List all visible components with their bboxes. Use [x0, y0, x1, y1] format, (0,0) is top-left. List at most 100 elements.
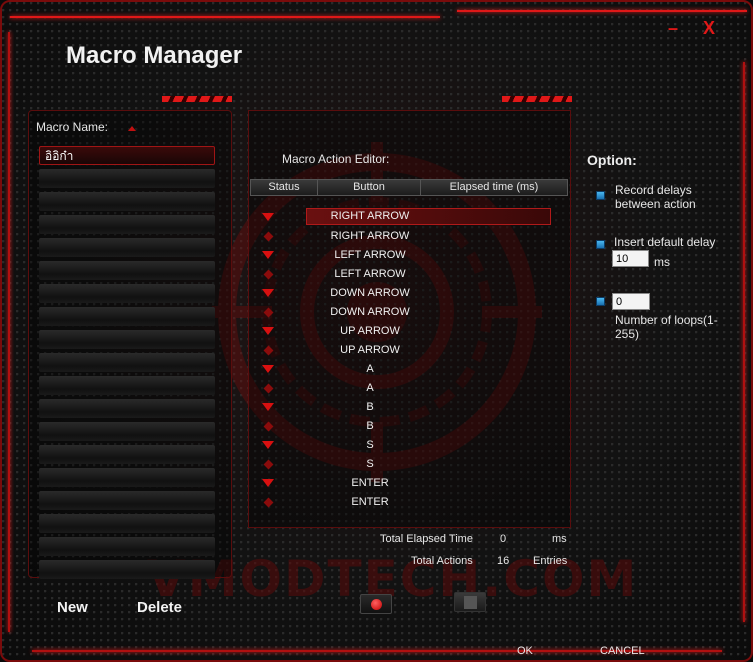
frame-top-left [10, 16, 440, 18]
macro-list-item[interactable] [39, 560, 215, 579]
macro-list-item[interactable] [39, 537, 215, 556]
macro-list-item[interactable] [39, 307, 215, 326]
macro-list-item[interactable] [39, 491, 215, 510]
column-button[interactable]: Button [318, 180, 421, 195]
macro-list-item[interactable] [39, 284, 215, 303]
record-button[interactable] [360, 594, 392, 614]
macro-list: อิอิก๋า [39, 146, 215, 583]
loops-label: Number of loops(1- 255) [615, 313, 718, 341]
column-status[interactable]: Status [251, 180, 318, 195]
macro-list-item[interactable] [39, 514, 215, 533]
action-list: RIGHT ARROW RIGHT ARROW LEFT ARROW LEFT ARR… [250, 208, 568, 512]
action-button-name: RIGHT ARROW [330, 230, 410, 242]
action-row[interactable]: RIGHT ARROW [250, 227, 568, 246]
action-row[interactable]: DOWN ARROW [250, 284, 568, 303]
loops-input[interactable] [612, 293, 650, 310]
total-actions-value: 16 [497, 555, 510, 567]
frame-left [8, 32, 10, 632]
action-row[interactable]: ENTER [250, 474, 568, 493]
action-editor-label: Macro Action Editor: [282, 152, 390, 166]
action-row[interactable]: B [250, 417, 568, 436]
key-up-icon [263, 383, 274, 394]
delete-button[interactable]: Delete [137, 599, 182, 616]
total-elapsed-label: Total Elapsed Time [380, 533, 473, 545]
frame-top-right [457, 10, 747, 12]
macro-list-item[interactable] [39, 169, 215, 188]
macro-list-item[interactable] [39, 468, 215, 487]
action-row[interactable]: UP ARROW [250, 322, 568, 341]
stop-button[interactable] [454, 592, 486, 612]
total-actions-unit: Entries [533, 555, 568, 567]
action-button-name: ENTER [351, 477, 389, 489]
action-button-name: A [366, 382, 374, 394]
default-delay-unit: ms [654, 255, 670, 269]
action-row[interactable]: DOWN ARROW [250, 303, 568, 322]
key-up-icon [263, 421, 274, 432]
record-icon [371, 599, 382, 610]
key-up-icon [263, 497, 274, 508]
insert-delay-checkbox[interactable] [596, 240, 605, 249]
new-button[interactable]: New [57, 599, 88, 616]
key-down-icon [262, 479, 274, 487]
key-up-icon [263, 231, 274, 242]
key-up-icon [263, 269, 274, 280]
macro-list-item[interactable] [39, 353, 215, 372]
key-down-icon [262, 327, 274, 335]
key-up-icon [263, 459, 274, 470]
action-row[interactable]: RIGHT ARROW [250, 208, 568, 227]
action-button-name: B [366, 401, 374, 413]
macro-list-item[interactable] [39, 399, 215, 418]
macro-name-label: Macro Name: [36, 120, 109, 134]
key-down-icon [262, 403, 274, 411]
macro-list-item[interactable] [39, 238, 215, 257]
macro-list-item[interactable] [39, 445, 215, 464]
total-elapsed-value: 0 [500, 533, 507, 545]
action-button-name: UP ARROW [340, 344, 400, 356]
record-delays-label: Record delays between action [615, 183, 696, 211]
macro-list-item[interactable] [39, 330, 215, 349]
total-elapsed-unit: ms [552, 533, 567, 545]
action-row[interactable]: S [250, 455, 568, 474]
action-row[interactable]: LEFT ARROW [250, 265, 568, 284]
action-row[interactable]: B [250, 398, 568, 417]
action-table-header: Status Button Elapsed time (ms) [250, 179, 568, 196]
sort-arrow-icon[interactable] [128, 126, 136, 131]
minimize-button[interactable]: – [668, 18, 678, 39]
macro-list-item[interactable]: อิอิก๋า [39, 146, 215, 165]
action-button-name: ENTER [351, 496, 389, 508]
macro-manager-window: VMODTECH.COM Macro Manager – X Macro Nam… [0, 0, 753, 662]
action-row[interactable]: ENTER [250, 493, 568, 512]
macro-list-item[interactable] [39, 192, 215, 211]
macro-list-item[interactable] [39, 376, 215, 395]
insert-delay-label: Insert default delay [614, 235, 716, 249]
loops-checkbox[interactable] [596, 297, 605, 306]
accent-stripe-left [162, 96, 232, 102]
key-up-icon [263, 307, 274, 318]
column-elapsed-time[interactable]: Elapsed time (ms) [421, 180, 567, 195]
action-button-name: S [366, 458, 374, 470]
ok-button[interactable]: OK [517, 645, 533, 657]
macro-list-item[interactable] [39, 422, 215, 441]
action-row[interactable]: UP ARROW [250, 341, 568, 360]
action-row[interactable]: A [250, 379, 568, 398]
key-down-icon [262, 213, 274, 221]
close-button[interactable]: X [703, 18, 715, 39]
default-delay-input[interactable] [612, 250, 649, 267]
total-actions-label: Total Actions [411, 555, 473, 567]
action-row[interactable]: LEFT ARROW [250, 246, 568, 265]
key-down-icon [262, 365, 274, 373]
action-button-name: B [366, 420, 374, 432]
macro-list-item[interactable] [39, 215, 215, 234]
macro-list-item[interactable] [39, 261, 215, 280]
action-row[interactable]: A [250, 360, 568, 379]
action-button-name: LEFT ARROW [334, 268, 406, 280]
key-down-icon [262, 441, 274, 449]
action-row[interactable]: S [250, 436, 568, 455]
option-title: Option: [587, 152, 637, 168]
frame-right [743, 62, 745, 622]
cancel-button[interactable]: CANCEL [600, 645, 645, 657]
record-delays-checkbox[interactable] [596, 191, 605, 200]
action-button-name: UP ARROW [340, 325, 400, 337]
action-button-name: DOWN ARROW [330, 306, 410, 318]
action-button-name: A [366, 363, 374, 375]
